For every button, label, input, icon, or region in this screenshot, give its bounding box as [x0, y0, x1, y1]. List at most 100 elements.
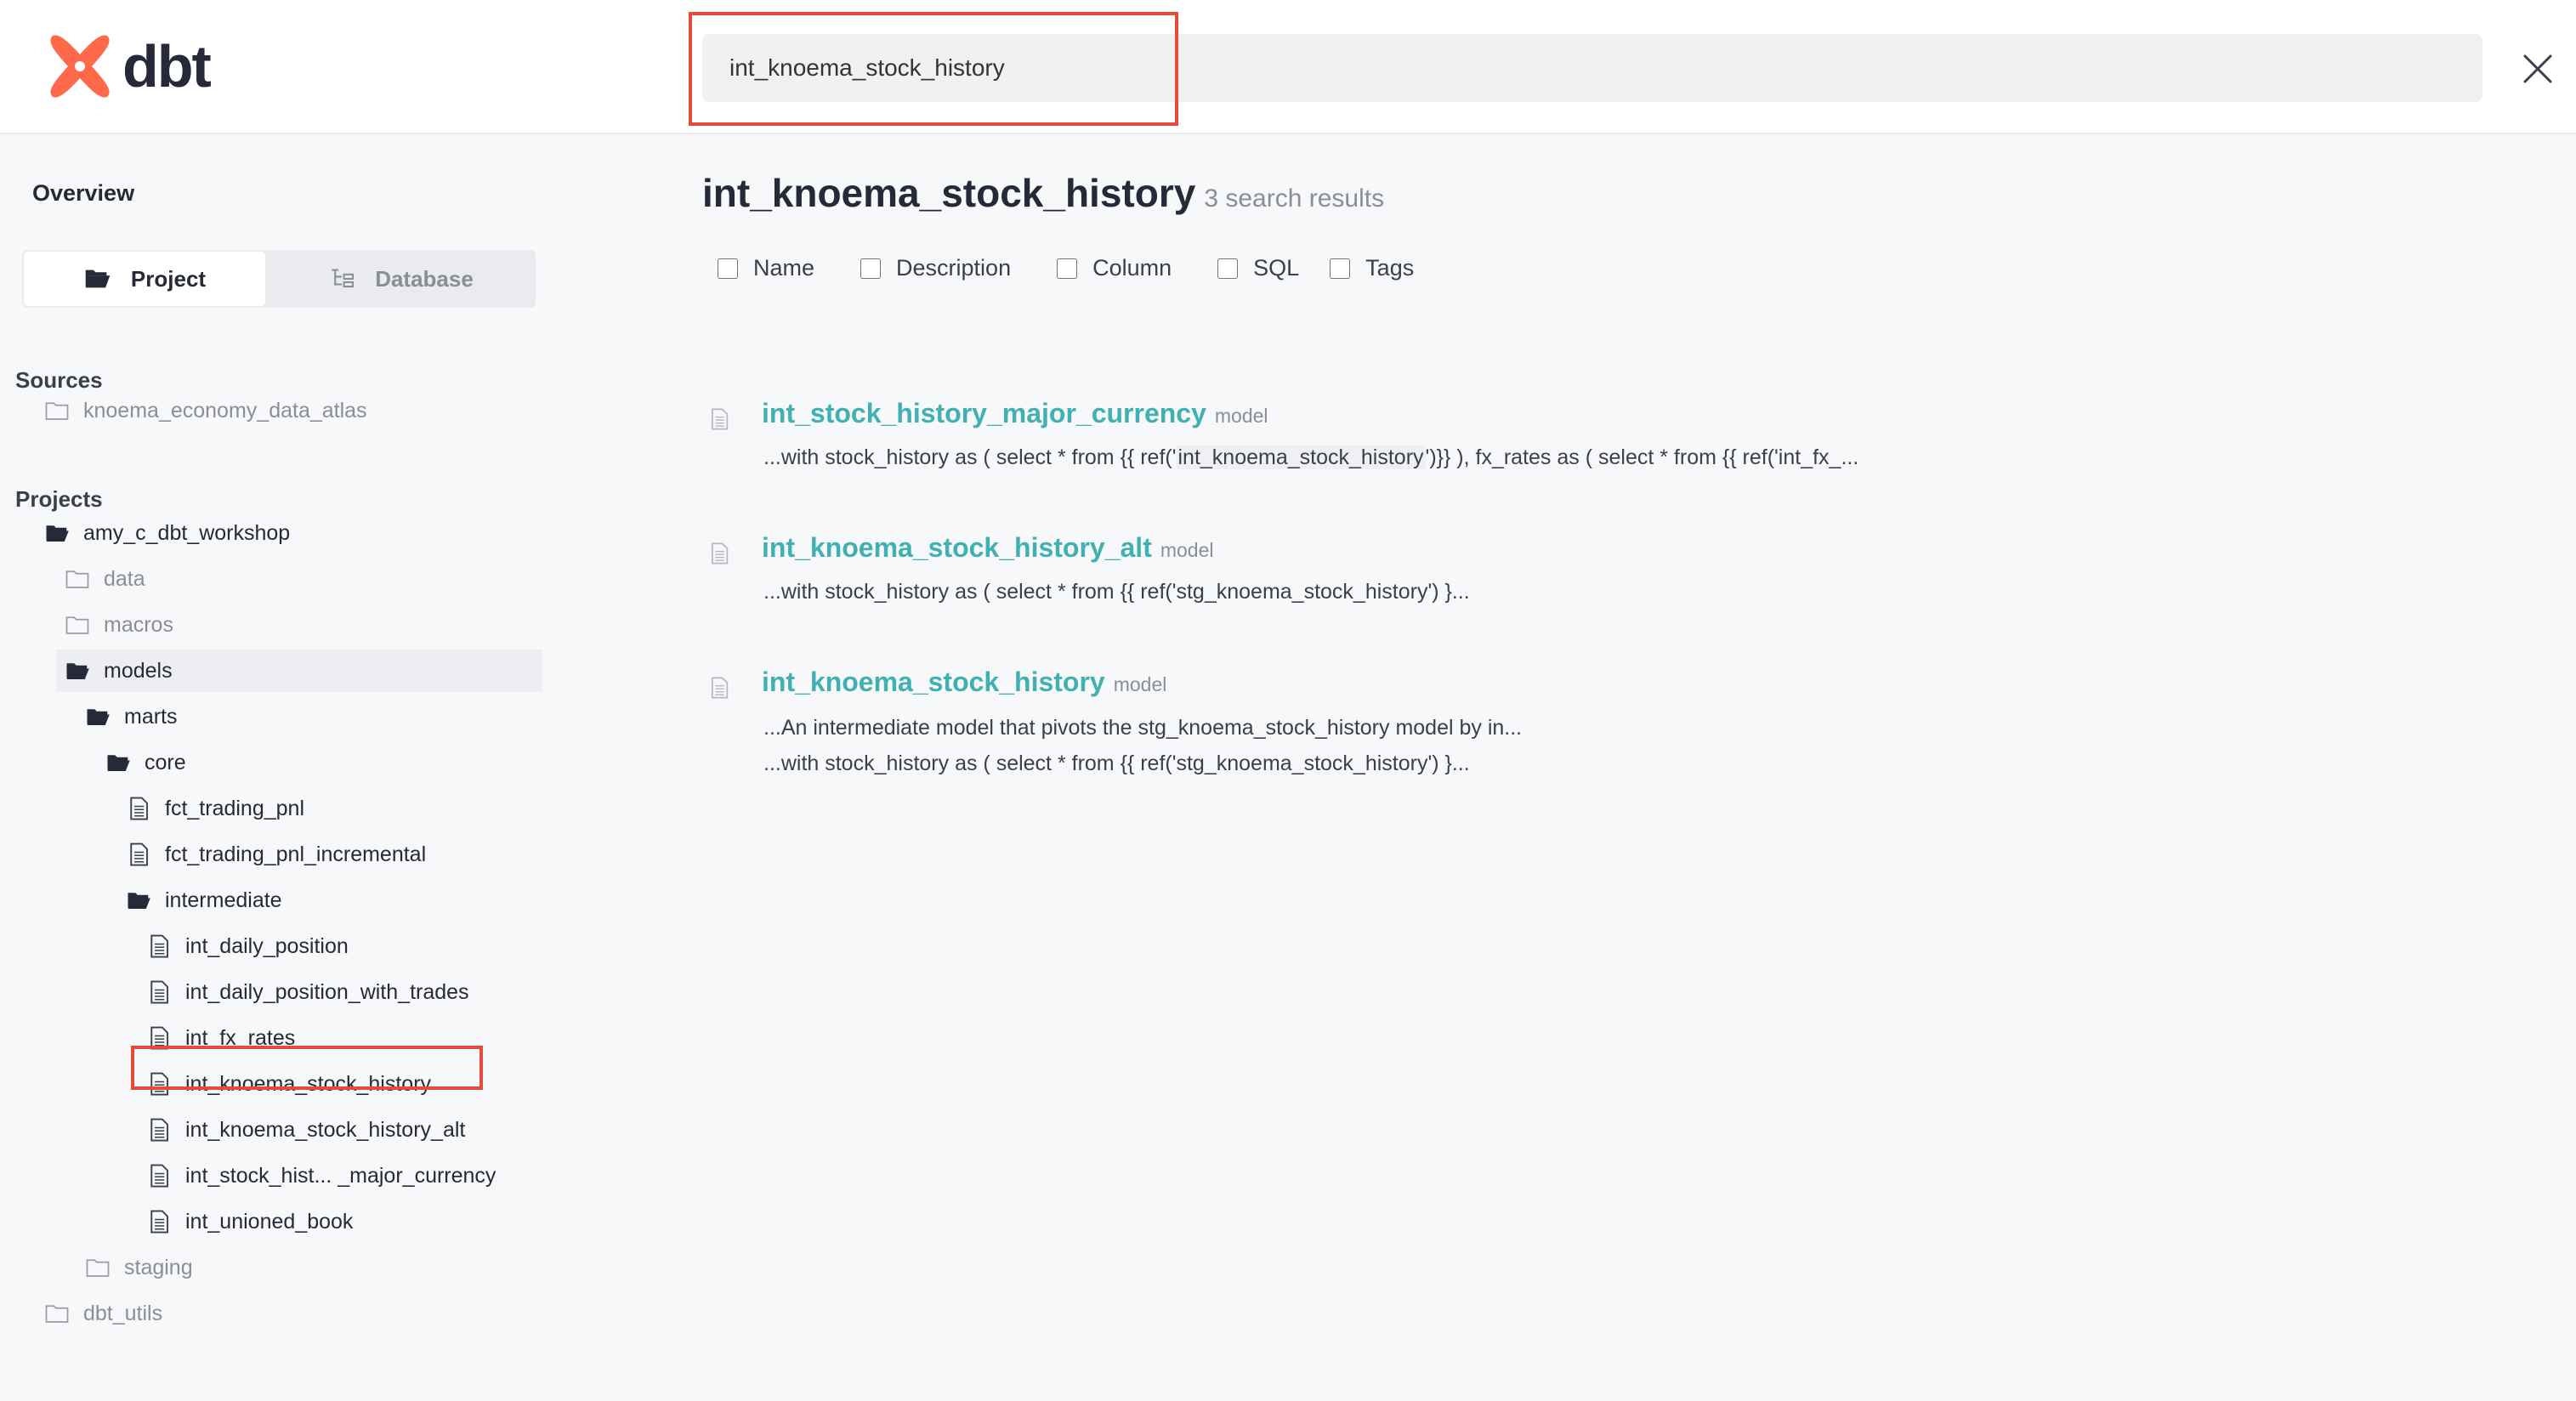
filter-label: Column	[1092, 255, 1172, 281]
logo-text: dbt	[122, 33, 212, 99]
top-header: dbt	[0, 0, 2576, 134]
tree-item-dbt-utils[interactable]: dbt_utils	[44, 1292, 162, 1335]
tree-item-int-unioned-book[interactable]: int_unioned_book	[146, 1200, 353, 1243]
filter-label: Tags	[1365, 255, 1415, 281]
filter-name[interactable]: Name	[718, 255, 814, 281]
result-link[interactable]: int_knoema_stock_history model	[762, 666, 1166, 698]
file-icon	[146, 1163, 172, 1188]
folder-open-icon	[65, 658, 90, 683]
result-type: model	[1113, 673, 1167, 695]
file-icon	[126, 842, 151, 867]
result-snippet: ...with stock_history as ( select * from…	[763, 445, 1858, 470]
tree-item-label: intermediate	[165, 888, 282, 912]
filter-sql-checkbox[interactable]	[1217, 258, 1239, 279]
overview-link[interactable]: Overview	[32, 180, 134, 207]
folder-open-icon	[126, 888, 151, 913]
filter-column-checkbox[interactable]	[1057, 258, 1078, 279]
tree-item-int-fx-rates[interactable]: int_fx_rates	[146, 1017, 295, 1059]
filter-sql[interactable]: SQL	[1217, 255, 1299, 281]
tree-item-label: int_unioned_book	[185, 1209, 354, 1234]
tree-item-label: macros	[104, 612, 173, 637]
folder-icon	[44, 398, 70, 423]
file-icon	[146, 933, 172, 959]
search-filters: Name Description Column SQL Tags	[718, 255, 1460, 281]
file-icon	[146, 979, 172, 1005]
search-input[interactable]	[702, 34, 2482, 102]
result-snippet: ...with stock_history as ( select * from…	[763, 752, 1470, 775]
snippet-text: ...with stock_history as ( select * from…	[763, 445, 1177, 469]
tree-item-label: data	[104, 566, 145, 591]
folder-icon	[65, 612, 90, 638]
tree-item-label: fct_trading_pnl	[165, 796, 305, 820]
result-type: model	[1160, 539, 1214, 561]
tab-project-label: Project	[130, 265, 207, 292]
file-icon	[146, 1209, 172, 1234]
tree-item-label: int_knoema_stock_history	[185, 1071, 432, 1096]
filter-name-checkbox[interactable]	[718, 258, 738, 279]
results-heading: int_knoema_stock_history 3 search results	[702, 170, 1384, 216]
folder-open-icon	[85, 704, 111, 729]
close-icon	[2523, 54, 2552, 83]
tree-item-staging[interactable]: staging	[85, 1246, 193, 1289]
tree-item-marts[interactable]: marts	[85, 695, 178, 738]
tree-item-int-knoema-stock-history[interactable]: int_knoema_stock_history	[146, 1063, 431, 1105]
search-results-panel: int_knoema_stock_history 3 search results…	[702, 136, 2556, 1401]
sidebar: Overview Project Database Sources knoema…	[0, 136, 561, 1401]
tab-database-label: Database	[375, 265, 474, 292]
tree-item-models[interactable]: models	[56, 649, 542, 692]
tree-item-macros[interactable]: macros	[65, 604, 173, 646]
filter-description-checkbox[interactable]	[860, 258, 882, 279]
tree-item-fct-trading-pnl-incremental[interactable]: fct_trading_pnl_incremental	[126, 833, 426, 876]
file-icon	[707, 539, 731, 568]
result-link[interactable]: int_knoema_stock_history_alt model	[762, 532, 1214, 564]
view-tabs: Project Database	[22, 250, 536, 308]
tree-item-intermediate[interactable]: intermediate	[126, 879, 282, 922]
file-icon	[126, 796, 151, 821]
projects-heading: Projects	[15, 486, 103, 512]
tree-item-fct-trading-pnl[interactable]: fct_trading_pnl	[126, 787, 304, 830]
folder-open-icon	[105, 750, 131, 775]
tree-icon	[332, 269, 355, 288]
filter-tags-checkbox[interactable]	[1330, 258, 1351, 279]
source-knoema-economy[interactable]: knoema_economy_data_atlas	[44, 389, 367, 432]
tree-item-label: knoema_economy_data_atlas	[83, 398, 367, 423]
tree-item-core[interactable]: core	[105, 741, 186, 784]
tab-project[interactable]: Project	[24, 252, 265, 306]
result-name: int_knoema_stock_history	[762, 666, 1105, 697]
snippet-match: int_knoema_stock_history	[1176, 445, 1426, 469]
file-icon	[707, 673, 731, 702]
tree-item-label: models	[104, 658, 173, 683]
search-result: int_knoema_stock_history model ...An inte…	[702, 666, 2488, 803]
folder-icon	[65, 566, 90, 592]
search-result: int_stock_history_major_currency model ..…	[702, 398, 2488, 500]
file-icon	[146, 1117, 172, 1143]
tree-item-data[interactable]: data	[65, 558, 145, 600]
dbt-logo-icon	[50, 35, 110, 98]
folder-open-icon	[44, 520, 70, 546]
result-name: int_knoema_stock_history_alt	[762, 532, 1152, 563]
tab-database[interactable]: Database	[269, 250, 532, 308]
tree-item-label: int_stock_hist... _major_currency	[185, 1163, 496, 1188]
filter-tags[interactable]: Tags	[1330, 255, 1414, 281]
result-type: model	[1214, 405, 1268, 427]
results-query: int_knoema_stock_history	[702, 171, 1196, 215]
file-icon	[146, 1071, 172, 1097]
tree-item-int-stock-history-major-currency[interactable]: int_stock_hist... _major_currency	[146, 1154, 496, 1197]
filter-label: Name	[753, 255, 815, 281]
result-link[interactable]: int_stock_history_major_currency model	[762, 398, 1268, 429]
search-bar[interactable]	[702, 34, 2482, 102]
result-snippet: ...with stock_history as ( select * from…	[763, 580, 1470, 604]
tree-item-int-knoema-stock-history-alt[interactable]: int_knoema_stock_history_alt	[146, 1109, 465, 1151]
dbt-logo[interactable]: dbt	[46, 32, 212, 100]
close-button[interactable]	[2520, 51, 2556, 87]
tree-item-label: int_daily_position_with_trades	[185, 979, 469, 1004]
tree-item-amy-c-dbt-workshop[interactable]: amy_c_dbt_workshop	[44, 512, 290, 554]
results-count: 3 search results	[1204, 184, 1385, 213]
tree-item-int-daily-position-with-trades[interactable]: int_daily_position_with_trades	[146, 971, 469, 1013]
tree-item-int-daily-position[interactable]: int_daily_position	[146, 925, 349, 967]
filter-description[interactable]: Description	[860, 255, 1011, 281]
file-icon	[707, 405, 731, 434]
filter-column[interactable]: Column	[1057, 255, 1172, 281]
tree-item-label: staging	[124, 1255, 193, 1279]
filter-label: SQL	[1253, 255, 1300, 281]
